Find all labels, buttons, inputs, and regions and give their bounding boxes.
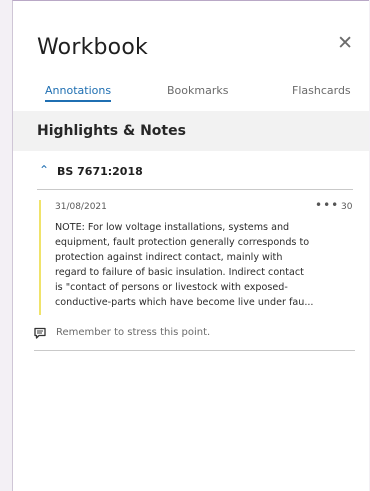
tab-flashcards[interactable]: Flashcards bbox=[292, 84, 351, 97]
more-options-button[interactable]: ••• bbox=[315, 198, 339, 212]
annotation-text-line: is "contact of persons or livestock with… bbox=[55, 281, 288, 293]
tab-annotations-label: Annotations bbox=[45, 84, 112, 97]
tab-bookmarks-label: Bookmarks bbox=[167, 84, 229, 97]
annotation-text-line: NOTE: For low voltage installations, sys… bbox=[55, 222, 290, 233]
group-label: BS 7671:2018 bbox=[57, 165, 143, 178]
annotation-text-line: protection against indirect contact, mai… bbox=[55, 251, 283, 263]
comment-text: Remember to stress this point. bbox=[56, 327, 211, 338]
section-title: Highlights & Notes bbox=[37, 123, 186, 139]
highlights-section-header: Highlights & Notes bbox=[13, 111, 369, 151]
annotation-page-number: 30 bbox=[341, 202, 353, 212]
annotation-item[interactable]: 31/08/2021 ••• 30 NOTE: For low voltage … bbox=[37, 198, 355, 316]
annotation-date: 31/08/2021 bbox=[55, 202, 107, 212]
highlight-color-bar bbox=[39, 200, 41, 315]
annotation-text-line: conductive-parts which have become live … bbox=[55, 296, 314, 308]
annotation-text: NOTE: For low voltage installations, sys… bbox=[55, 221, 351, 310]
annotation-comment[interactable]: Remember to stress this point. bbox=[34, 326, 355, 351]
annotation-text-line: regard to failure of basic insulation. I… bbox=[55, 266, 304, 278]
comment-icon bbox=[34, 327, 46, 339]
workbook-panel: Workbook ✕ Annotations Bookmarks Flashca… bbox=[12, 0, 369, 491]
active-tab-indicator bbox=[45, 100, 112, 102]
tab-annotations[interactable]: Annotations bbox=[45, 84, 112, 102]
chevron-up-icon: ⌃ bbox=[39, 163, 50, 177]
tab-bookmarks[interactable]: Bookmarks bbox=[167, 84, 228, 97]
tab-flashcards-label: Flashcards bbox=[292, 84, 351, 97]
group-header-bs7671[interactable]: ⌃ BS 7671:2018 bbox=[37, 163, 353, 190]
annotation-text-line: equipment, fault protection generally co… bbox=[55, 236, 310, 248]
panel-title: Workbook bbox=[37, 35, 148, 60]
tab-bar: Annotations Bookmarks Flashcards bbox=[13, 84, 369, 106]
close-icon[interactable]: ✕ bbox=[337, 32, 353, 54]
